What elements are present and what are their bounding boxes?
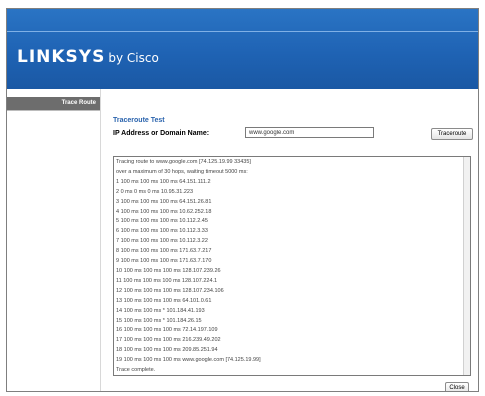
output-line: Trace complete. (116, 367, 156, 374)
header-bar: LINKSYS by Cisco (7, 9, 478, 89)
output-line: 10 100 ms 100 ms 100 ms 128.107.239.26 (116, 267, 221, 274)
output-line: Tracing route to www.google.com [74.125.… (116, 159, 251, 165)
header-divider (7, 31, 478, 32)
ip-address-input[interactable] (245, 127, 374, 138)
output-line: 18 100 ms 100 ms 100 ms 209.85.251.94 (116, 347, 218, 354)
close-button[interactable]: Close (445, 382, 469, 391)
output-line: 14 100 ms 100 ms * 101.184.41.193 (116, 307, 205, 314)
output-line: over a maximum of 30 hops, waiting timeo… (116, 168, 248, 175)
ip-address-label: IP Address or Domain Name: (113, 130, 210, 137)
output-line: 4 100 ms 100 ms 100 ms 10.62.252.18 (116, 208, 212, 215)
sidebar-divider (7, 110, 100, 111)
main-content: Traceroute Test IP Address or Domain Nam… (101, 89, 478, 391)
output-line: 1 100 ms 100 ms 100 ms 64.151.111.2 (116, 178, 211, 185)
output-line: 8 100 ms 100 ms 100 ms 171.63.7.217 (116, 248, 212, 255)
output-line: 3 100 ms 100 ms 100 ms 64.151.26.81 (116, 198, 212, 205)
output-line: 11 100 ms 100 ms 100 ms 128.107.224.1 (116, 277, 218, 284)
logo-brand-text: LINKSYS (17, 47, 106, 67)
linksys-logo: LINKSYS by Cisco (17, 47, 159, 67)
page-title: Traceroute Test (113, 117, 165, 124)
traceroute-button[interactable]: Traceroute (431, 128, 473, 140)
output-line: 16 100 ms 100 ms 100 ms 72.14.197.109 (116, 327, 218, 334)
sidebar: Trace Route (7, 89, 101, 391)
output-line: 5 100 ms 100 ms 100 ms 10.112.2.45 (116, 218, 208, 225)
output-line: 17 100 ms 100 ms 100 ms 216.239.49.202 (116, 337, 221, 344)
output-line: 9 100 ms 100 ms 100 ms 171.63.7.170 (116, 258, 212, 265)
output-line: 15 100 ms 100 ms * 101.184.26.15 (116, 317, 202, 324)
output-line: 7 100 ms 100 ms 100 ms 10.112.3.22 (116, 238, 208, 245)
output-line: 13 100 ms 100 ms 100 ms 64.101.0.61 (116, 297, 212, 304)
output-line: 6 100 ms 100 ms 100 ms 10.112.3.33 (116, 228, 208, 235)
output-line: 2 0 ms 0 ms 0 ms 10.95.31.223 (116, 188, 194, 195)
output-scrollbar[interactable] (463, 157, 470, 375)
output-line: 19 100 ms 100 ms 100 ms www.google.com [… (116, 357, 261, 364)
logo-sub-text: by Cisco (108, 51, 159, 65)
output-lines: Tracing route to www.google.com [74.125.… (114, 157, 470, 375)
router-admin-window: LINKSYS by Cisco Trace Route Traceroute T… (6, 8, 479, 392)
traceroute-output[interactable]: Tracing route to www.google.com [74.125.… (113, 156, 471, 376)
sidebar-item-trace-route[interactable]: Trace Route (7, 97, 100, 110)
output-line: 12 100 ms 100 ms 100 ms 128.107.234.106 (116, 287, 224, 294)
